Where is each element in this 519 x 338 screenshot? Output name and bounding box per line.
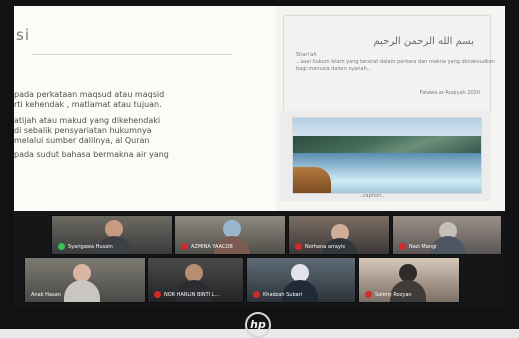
- mic-icon: [58, 243, 65, 250]
- participant-tile[interactable]: AZMINA YAACOB: [174, 215, 286, 255]
- participant-name-tag: Nazi Mangi: [399, 243, 437, 250]
- participant-name: NOR HARLIN BINTI L...: [164, 291, 220, 298]
- quote-line: Shariʿah: [296, 52, 317, 58]
- participant-video-strip: Syarigawa Husain AZMINA YAACOB Norhana a…: [14, 211, 505, 306]
- quote-line: bagi manusia dalam syariah...: [296, 66, 372, 72]
- participant-name-tag: Syarigawa Husain: [58, 243, 113, 250]
- participant-tile[interactable]: Syarigawa Husain: [51, 215, 173, 255]
- participant-name: Anak Hasan: [31, 292, 61, 298]
- participant-tile[interactable]: Anak Hasan: [24, 257, 146, 303]
- participant-name-tag: AZMINA YAACOB: [181, 243, 233, 250]
- arabic-heading: بسم الله الرحمن الرحيم: [373, 36, 474, 47]
- slide-paragraph: melalui sumber dalilnya, al Quran: [14, 136, 150, 145]
- slide-paragraph: pada perkataan maqsud atau maqsid: [14, 90, 165, 99]
- participant-name: Nazi Mangi: [409, 243, 437, 250]
- mic-icon: [365, 291, 372, 298]
- slide-paragraph: rti kehendak , matlamat atau tujuan.: [14, 100, 162, 109]
- participant-name: AZMINA YAACOB: [191, 243, 233, 250]
- participant-tile[interactable]: Nazi Mangi: [392, 215, 502, 255]
- slide-photo-panel: ...caption...: [280, 111, 490, 201]
- participant-tile[interactable]: Khadzah Subari: [246, 257, 356, 303]
- landscape-photo: [292, 117, 482, 194]
- mic-icon: [253, 291, 260, 298]
- slide-paragraph: di sebalik pensyariatan hukumnya: [14, 126, 152, 135]
- participant-name: Syarigawa Husain: [68, 243, 113, 250]
- quote-source: Fatawa ar-Ruqiyah 2020: [419, 90, 480, 96]
- slide-title: si: [16, 26, 30, 44]
- participant-name-tag: Salmiy Rozyan: [365, 291, 412, 298]
- quote-line: ...asal hukum Islam yang tersirat dalam …: [296, 59, 495, 65]
- participant-name-tag: Anak Hasan: [31, 292, 61, 298]
- slide-paragraph: pada sudut bahasa bermakna air yang: [14, 150, 169, 159]
- screen: si pada perkataan maqsud atau maqsid rti…: [14, 6, 505, 306]
- mic-icon: [181, 243, 188, 250]
- participant-name: Norhana arrayis: [305, 243, 345, 250]
- slide-title-underline: [32, 54, 232, 55]
- mic-icon: [154, 291, 161, 298]
- participant-name: Khadzah Subari: [263, 291, 303, 298]
- slide-left-panel: si pada perkataan maqsud atau maqsid rti…: [14, 6, 276, 211]
- participant-tile[interactable]: Norhana arrayis: [288, 215, 390, 255]
- mic-icon: [399, 243, 406, 250]
- hp-logo: hp: [245, 312, 271, 338]
- participant-name-tag: NOR HARLIN BINTI L...: [154, 291, 219, 298]
- participant-tile[interactable]: Salmiy Rozyan: [358, 257, 460, 303]
- slide-paragraph: atijah atau makud yang dikehendaki: [14, 116, 161, 125]
- photo-rocks: [293, 167, 331, 193]
- participant-name-tag: Norhana arrayis: [295, 243, 345, 250]
- participant-tile[interactable]: NOR HARLIN BINTI L...: [147, 257, 244, 303]
- mic-icon: [295, 243, 302, 250]
- slide-quote-card: بسم الله الرحمن الرحيم Shariʿah ...asal …: [284, 16, 495, 111]
- photo-caption: ...caption...: [358, 193, 387, 199]
- participant-name-tag: Khadzah Subari: [253, 291, 302, 298]
- participant-name: Salmiy Rozyan: [375, 291, 412, 298]
